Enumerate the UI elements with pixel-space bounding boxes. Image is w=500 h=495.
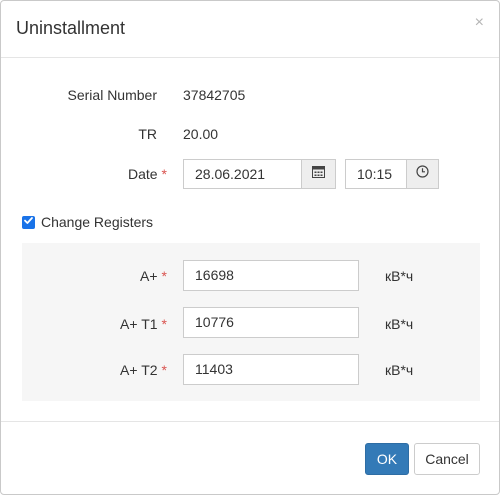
register-label-text: A+ T2	[120, 362, 158, 378]
dialog-title: Uninstallment	[16, 18, 126, 38]
date-label-text: Date	[127, 166, 158, 182]
change-registers-label: Change Registers	[41, 214, 154, 230]
clock-icon	[416, 165, 429, 183]
change-registers-checkbox[interactable]	[22, 213, 35, 231]
required-marker: *	[161, 362, 167, 378]
ok-button[interactable]: OK	[365, 443, 409, 475]
serial-number-label: Serial Number	[67, 87, 157, 103]
time-input[interactable]: 10:15	[345, 159, 408, 189]
calendar-icon	[312, 165, 325, 183]
dialog-header: Uninstallment ×	[1, 1, 499, 58]
uninstallment-dialog: Uninstallment × Serial Number 37842705 T…	[0, 0, 500, 495]
register-label-a-plus-t1: A+ T1 *	[27, 316, 167, 332]
register-label-text: A+	[140, 268, 158, 284]
register-unit: кВ*ч	[385, 268, 414, 284]
serial-number-value: 37842705	[183, 87, 246, 103]
calendar-button[interactable]	[301, 159, 336, 189]
register-input-a-plus-t1[interactable]: 10776	[183, 307, 359, 338]
tr-label: TR	[138, 126, 157, 142]
checkmark-icon	[23, 213, 34, 231]
register-label-a-plus-t2: A+ T2 *	[27, 362, 167, 378]
tr-value: 20.00	[183, 126, 219, 142]
register-label-text: A+ T1	[120, 316, 158, 332]
register-label-a-plus: A+ *	[27, 268, 167, 284]
register-input-a-plus-t2[interactable]: 11403	[183, 354, 359, 385]
register-unit: кВ*ч	[385, 316, 414, 332]
register-unit: кВ*ч	[385, 362, 414, 378]
register-input-a-plus[interactable]: 16698	[183, 260, 359, 291]
date-input[interactable]: 28.06.2021	[183, 159, 302, 189]
required-marker: *	[161, 166, 167, 182]
required-marker: *	[161, 316, 167, 332]
footer-divider	[1, 421, 499, 422]
date-label: Date *	[27, 166, 167, 182]
change-registers-toggle[interactable]: Change Registers	[22, 214, 153, 230]
cancel-button[interactable]: Cancel	[414, 443, 480, 475]
close-icon[interactable]: ×	[475, 15, 484, 31]
required-marker: *	[161, 268, 167, 284]
clock-button[interactable]	[406, 159, 439, 189]
